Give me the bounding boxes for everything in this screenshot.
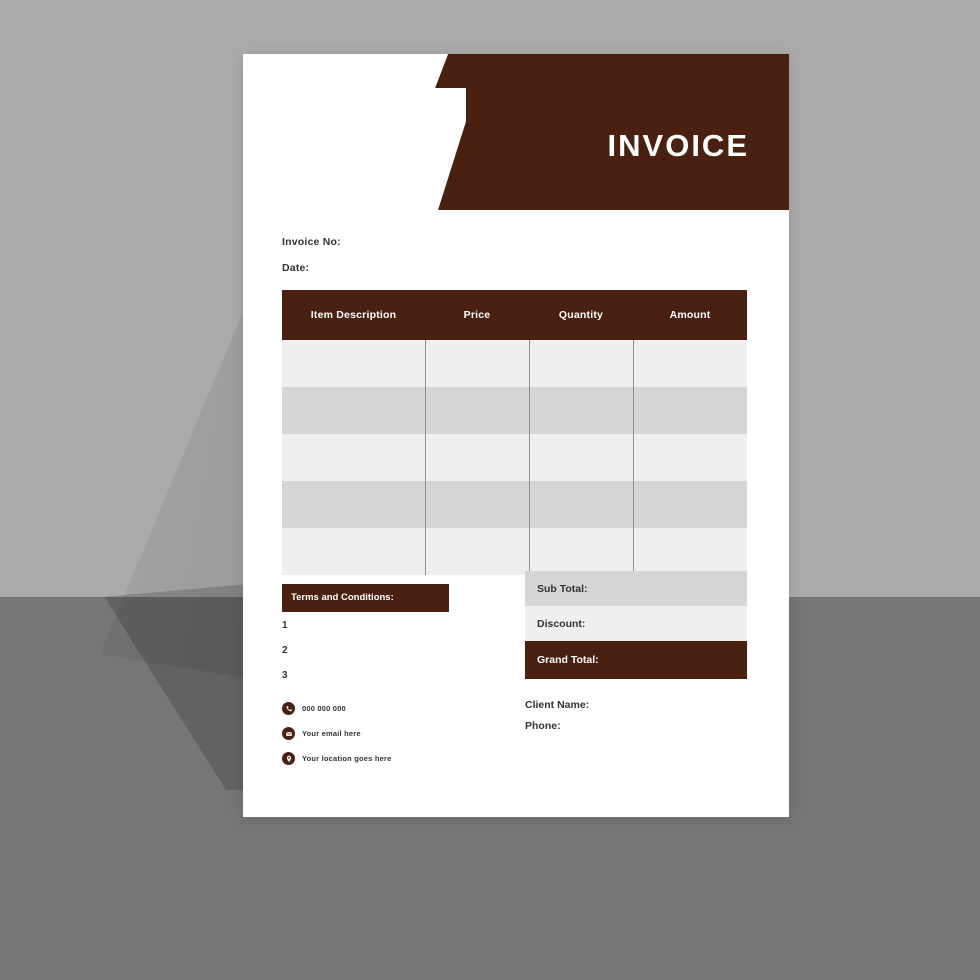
cell-item-description[interactable] xyxy=(282,434,426,481)
contact-section: 000 000 000 Your email here Your locatio… xyxy=(282,702,512,777)
invoice-meta: Invoice No: Date: xyxy=(282,236,682,288)
invoice-date-label: Date: xyxy=(282,262,310,274)
cell-item-description[interactable] xyxy=(282,528,426,575)
cell-item-description[interactable] xyxy=(282,340,426,387)
terms-item-3[interactable]: 3 xyxy=(282,670,462,681)
grand-total-label: Grand Total: xyxy=(537,654,599,666)
line-items-table: Item Description Price Quantity Amount xyxy=(282,290,747,575)
cell-amount[interactable] xyxy=(633,387,747,434)
cell-quantity[interactable] xyxy=(529,528,634,575)
terms-heading: Terms and Conditions: xyxy=(291,592,394,603)
location-icon xyxy=(282,752,295,765)
discount-label: Discount: xyxy=(537,617,586,630)
contact-phone-text: 000 000 000 xyxy=(302,704,346,713)
column-header-amount: Amount xyxy=(633,290,747,340)
cell-price[interactable] xyxy=(425,434,530,481)
cell-price[interactable] xyxy=(425,528,530,575)
table-row[interactable] xyxy=(282,528,747,575)
cell-quantity[interactable] xyxy=(529,340,634,387)
grand-total-row[interactable]: Grand Total: xyxy=(525,641,747,679)
column-header-item-description: Item Description xyxy=(282,290,425,340)
cell-price[interactable] xyxy=(425,481,530,528)
table-row[interactable] xyxy=(282,481,747,528)
contact-email-row[interactable]: Your email here xyxy=(282,727,512,740)
cell-item-description[interactable] xyxy=(282,387,426,434)
subtotal-label: Sub Total: xyxy=(537,582,588,595)
cell-price[interactable] xyxy=(425,387,530,434)
contact-phone-row[interactable]: 000 000 000 xyxy=(282,702,512,715)
scene: INVOICE Invoice No: Date: Item Descripti… xyxy=(0,0,980,980)
cell-amount[interactable] xyxy=(633,340,747,387)
invoice-number-label: Invoice No: xyxy=(282,236,341,248)
contact-location-text: Your location goes here xyxy=(302,754,392,763)
cell-amount[interactable] xyxy=(633,434,747,481)
cell-quantity[interactable] xyxy=(529,434,634,481)
cell-amount[interactable] xyxy=(633,481,747,528)
phone-icon xyxy=(282,702,295,715)
invoice-sheet: INVOICE Invoice No: Date: Item Descripti… xyxy=(243,54,789,817)
contact-email-text: Your email here xyxy=(302,729,361,738)
totals-section: Sub Total: Discount: Grand Total: xyxy=(525,571,747,679)
cell-price[interactable] xyxy=(425,340,530,387)
client-phone-label: Phone: xyxy=(525,720,561,732)
terms-item-1[interactable]: 1 xyxy=(282,620,462,631)
email-icon xyxy=(282,727,295,740)
cell-quantity[interactable] xyxy=(529,481,634,528)
page-title: INVOICE xyxy=(607,128,749,163)
subtotal-row[interactable]: Sub Total: xyxy=(525,571,747,606)
column-header-price: Price xyxy=(425,290,529,340)
cell-amount[interactable] xyxy=(633,528,747,575)
column-header-quantity: Quantity xyxy=(529,290,633,340)
table-row[interactable] xyxy=(282,387,747,434)
cell-quantity[interactable] xyxy=(529,387,634,434)
terms-item-2[interactable]: 2 xyxy=(282,645,462,656)
table-row[interactable] xyxy=(282,340,747,387)
table-header-row: Item Description Price Quantity Amount xyxy=(282,290,747,340)
cell-item-description[interactable] xyxy=(282,481,426,528)
client-section: Client Name: Phone: xyxy=(525,699,755,741)
contact-location-row[interactable]: Your location goes here xyxy=(282,752,512,765)
terms-list: 1 2 3 xyxy=(282,620,462,695)
terms-heading-box: Terms and Conditions: xyxy=(282,584,449,612)
discount-row[interactable]: Discount: xyxy=(525,606,747,641)
invoice-header: INVOICE xyxy=(243,54,789,218)
table-row[interactable] xyxy=(282,434,747,481)
client-name-label: Client Name: xyxy=(525,699,590,711)
